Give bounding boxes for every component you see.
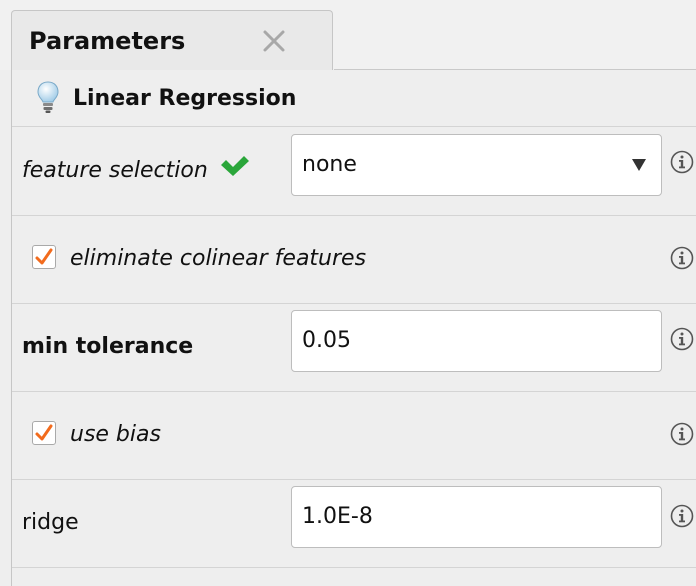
close-icon[interactable]: [262, 29, 286, 53]
ridge-input[interactable]: 1.0E-8: [291, 486, 662, 548]
ridge-value: 1.0E-8: [302, 504, 373, 529]
feature-selection-label: feature selection: [22, 158, 208, 183]
feature-selection-value: none: [302, 152, 357, 177]
param-row-eliminate-colinear: eliminate colinear features: [12, 215, 696, 304]
info-icon[interactable]: [670, 246, 694, 270]
parameters-panel: Linear Regression feature selection none: [11, 70, 696, 586]
lightbulb-icon: [37, 81, 59, 113]
use-bias-checkbox[interactable]: [32, 421, 56, 445]
ridge-label: ridge: [22, 510, 79, 535]
param-row-use-bias: use bias: [12, 391, 696, 480]
param-row-min-tolerance: min tolerance 0.05: [12, 303, 696, 392]
param-row-feature-selection: feature selection none: [12, 127, 696, 216]
min-tolerance-input[interactable]: 0.05: [291, 310, 662, 372]
eliminate-colinear-label[interactable]: eliminate colinear features: [70, 215, 366, 302]
info-icon[interactable]: [670, 504, 694, 528]
use-bias-label[interactable]: use bias: [70, 391, 161, 478]
operator-header: Linear Regression: [12, 70, 696, 127]
min-tolerance-value: 0.05: [302, 328, 351, 353]
checkmark-icon: [35, 424, 53, 441]
info-icon[interactable]: [670, 150, 694, 174]
feature-selection-dropdown[interactable]: none: [291, 134, 662, 196]
info-icon[interactable]: [670, 422, 694, 446]
tab-title: Parameters: [29, 27, 186, 55]
dropdown-arrow-icon: [632, 159, 646, 171]
green-check-icon: [221, 156, 249, 176]
param-row-ridge: ridge 1.0E-8: [12, 479, 696, 568]
info-icon[interactable]: [670, 327, 694, 351]
tab-bar: Parameters: [0, 0, 696, 70]
eliminate-colinear-checkbox[interactable]: [32, 245, 56, 269]
min-tolerance-label: min tolerance: [22, 334, 194, 359]
checkmark-icon: [35, 248, 53, 265]
operator-title: Linear Regression: [73, 86, 297, 111]
tab-parameters[interactable]: Parameters: [11, 10, 333, 70]
